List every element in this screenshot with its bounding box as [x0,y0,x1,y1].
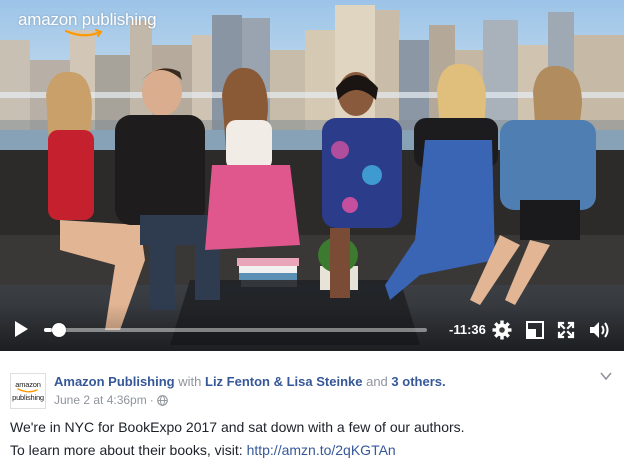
amazon-publishing-watermark: amazon publishing [18,10,157,37]
meta-separator: · [149,393,154,407]
play-icon [15,321,28,337]
others-link[interactable]: 3 others. [391,374,445,389]
progress-fill [44,328,52,332]
globe-icon[interactable] [156,394,168,406]
post-timestamp[interactable]: June 2 at 4:36pm [54,393,147,407]
chevron-down-icon[interactable] [600,371,612,381]
progress-handle[interactable] [51,323,66,337]
settings-button[interactable] [491,319,513,341]
progress-scrubber[interactable] [44,323,427,337]
time-remaining: -11:36 [449,322,486,337]
post-text-line2-prefix: To learn more about their books, visit: [10,442,243,458]
volume-icon [590,322,609,338]
fullscreen-button[interactable] [555,319,577,341]
and-text: and [366,374,388,389]
watermark-text: amazon publishing [18,10,157,29]
page-name-link[interactable]: Amazon Publishing [54,374,175,389]
fullscreen-icon [557,321,575,339]
facebook-video-post: amazon publishing -11:36 amazon publishi… [0,0,624,467]
with-text: with [178,374,202,389]
volume-button[interactable] [588,319,612,341]
tagged-people-link[interactable]: Liz Fenton & Lisa Steinke [205,374,362,389]
post-link[interactable]: http://amzn.to/2qKGTAn [247,442,396,458]
theater-mode-button[interactable] [524,319,546,341]
theater-mode-icon [526,321,544,339]
post-text-line2: To learn more about their books, visit: … [10,442,396,458]
amazon-smile-logo [64,29,103,37]
post-text-line1: We're in NYC for BookExpo 2017 and sat d… [10,419,465,435]
page-avatar[interactable]: amazon publishing [10,373,46,409]
post-meta: June 2 at 4:36pm · [54,393,168,407]
post-header: Amazon Publishing with Liz Fenton & Lisa… [54,374,446,389]
avatar-text-line2: publishing [12,392,44,402]
gear-icon [492,320,512,340]
video-frame [0,0,624,351]
post-details: amazon publishing Amazon Publishing with… [0,351,624,467]
video-controls: -11:36 [0,304,624,351]
video-player[interactable]: amazon publishing -11:36 [0,0,624,351]
play-button[interactable] [10,318,32,340]
